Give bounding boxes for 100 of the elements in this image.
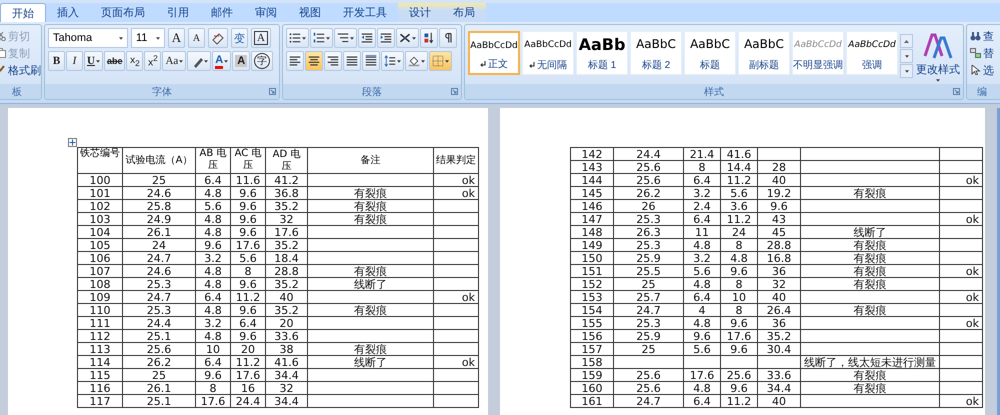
- table-cell: 25: [614, 342, 684, 356]
- justify-icon: [346, 55, 358, 67]
- table-cell: [434, 200, 478, 212]
- table-cell: 有裂痕: [308, 304, 434, 316]
- ribbon-tab[interactable]: 引用: [156, 3, 200, 22]
- table-cell: 有裂痕: [308, 212, 434, 226]
- editing-command[interactable]: 替: [970, 45, 994, 61]
- underline-button[interactable]: U: [84, 51, 103, 71]
- subscript-button[interactable]: x$_{2}$: [126, 51, 144, 71]
- change-case-button[interactable]: Aa: [162, 51, 186, 71]
- table-cell: 152: [570, 278, 614, 290]
- style-item[interactable]: AaBbCcDd 强调: [846, 31, 898, 75]
- table-cell: 25.7: [614, 290, 684, 304]
- character-border-button[interactable]: A: [251, 28, 271, 48]
- table-cell: 24: [720, 226, 758, 238]
- table-cell: [434, 316, 478, 330]
- paragraph-button[interactable]: [439, 28, 457, 48]
- table-cell: [434, 304, 478, 316]
- table-cell: 11.6: [230, 174, 266, 186]
- caret-icon: [204, 60, 208, 62]
- dialog-launcher-icon[interactable]: [451, 88, 458, 95]
- editing-command[interactable]: 查: [970, 28, 994, 44]
- table-cell: 8: [720, 304, 758, 316]
- paragraph-button[interactable]: [396, 28, 419, 48]
- paragraph-button[interactable]: [334, 28, 357, 48]
- paragraph-button[interactable]: [305, 51, 323, 71]
- paragraph-button[interactable]: [324, 51, 342, 71]
- style-item[interactable]: AaBb 标题 1: [576, 31, 628, 75]
- paragraph-button[interactable]: [405, 51, 428, 71]
- move-handle-icon[interactable]: [68, 138, 77, 147]
- ribbon-tab[interactable]: 页面布局: [90, 3, 156, 22]
- style-item[interactable]: AaBbCcDd 正文: [468, 31, 520, 75]
- superscript-button[interactable]: x$^{2}$: [144, 51, 162, 71]
- table-cell: 17.6: [230, 238, 266, 252]
- line-spacing-icon: [384, 55, 396, 67]
- phonetic-guide-button[interactable]: 变: [231, 28, 248, 48]
- editing-command[interactable]: 选: [970, 62, 994, 78]
- ribbon-tab[interactable]: 布局: [442, 3, 486, 22]
- table-cell: 9.6: [196, 368, 230, 382]
- bold-button[interactable]: B: [48, 51, 65, 71]
- ribbon-tab[interactable]: 视图: [288, 3, 332, 22]
- ribbon-tab[interactable]: 审阅: [244, 3, 288, 22]
- change-styles-button[interactable]: 更改样式: [916, 28, 960, 84]
- table-cell: 4.8: [684, 238, 720, 252]
- table-cell: 16.8: [758, 252, 800, 264]
- character-shading-button[interactable]: A: [232, 51, 250, 71]
- style-item[interactable]: AaBbC 副标题: [738, 31, 790, 75]
- ribbon-tab[interactable]: 邮件: [200, 3, 244, 22]
- table-cell: 11.2: [720, 212, 758, 226]
- paragraph-button[interactable]: [420, 28, 438, 48]
- table-cell: [940, 238, 982, 252]
- paragraph-button[interactable]: [362, 51, 380, 71]
- table-cell: 102: [78, 200, 122, 212]
- paragraph-button[interactable]: [381, 51, 404, 71]
- table-cell: [434, 278, 478, 290]
- table-cell: [434, 238, 478, 252]
- table-cell: 33.6: [758, 368, 800, 382]
- font-color-button[interactable]: A: [212, 51, 232, 71]
- table-cell: 17.6: [684, 368, 720, 382]
- highlight-button[interactable]: [187, 51, 212, 71]
- enclose-characters-button[interactable]: 字: [251, 51, 274, 71]
- more-styles-button[interactable]: [900, 64, 913, 78]
- style-item[interactable]: AaBbCcDd 无间隔: [522, 31, 574, 75]
- ribbon-tab[interactable]: 插入: [46, 3, 90, 22]
- table-cell: 25: [122, 368, 196, 382]
- paragraph-button[interactable]: [310, 28, 333, 48]
- grow-font-button[interactable]: A: [168, 28, 185, 48]
- style-item[interactable]: AaBbC 标题 2: [630, 31, 682, 75]
- style-item[interactable]: AaBbCcDd 不明显强调: [792, 31, 844, 75]
- table-cell: 有裂痕: [800, 382, 940, 394]
- style-item[interactable]: AaBbC 标题: [684, 31, 736, 75]
- scroll-down-button[interactable]: [900, 49, 913, 63]
- clear-format-button[interactable]: [208, 28, 228, 48]
- ribbon-tab[interactable]: 开发工具: [332, 3, 398, 22]
- table-cell: 117: [78, 394, 122, 408]
- strikethrough-button[interactable]: abe: [104, 51, 126, 71]
- paragraph-button[interactable]: [358, 28, 376, 48]
- paragraph-button[interactable]: [343, 51, 361, 71]
- style-preview: AaBbCcDd: [848, 40, 896, 50]
- paragraph-button[interactable]: [377, 28, 395, 48]
- font-size-field[interactable]: 11: [131, 28, 165, 48]
- group-label: 编: [977, 86, 987, 98]
- dialog-launcher-icon[interactable]: [953, 88, 960, 95]
- ribbon-tab[interactable]: 开始: [0, 3, 46, 22]
- table-cell: 4.8: [196, 264, 230, 278]
- paragraph-button[interactable]: [286, 28, 309, 48]
- scroll-up-button[interactable]: [900, 34, 913, 48]
- table-cell: [940, 278, 982, 290]
- clipboard-command[interactable]: 格式刷: [0, 62, 41, 78]
- table-cell: 147: [570, 212, 614, 226]
- paragraph-button[interactable]: [286, 51, 304, 71]
- table-cell: 40: [758, 290, 800, 304]
- italic-button[interactable]: I: [66, 51, 83, 71]
- shrink-font-button[interactable]: A: [188, 28, 205, 48]
- ribbon-tab[interactable]: 设计: [398, 3, 442, 22]
- font-name-field[interactable]: Tahoma: [48, 28, 128, 48]
- table-cell: 5.6: [230, 252, 266, 264]
- table-cell: 107: [78, 264, 122, 278]
- dialog-launcher-icon[interactable]: [269, 88, 276, 95]
- group-label: 板: [12, 86, 22, 98]
